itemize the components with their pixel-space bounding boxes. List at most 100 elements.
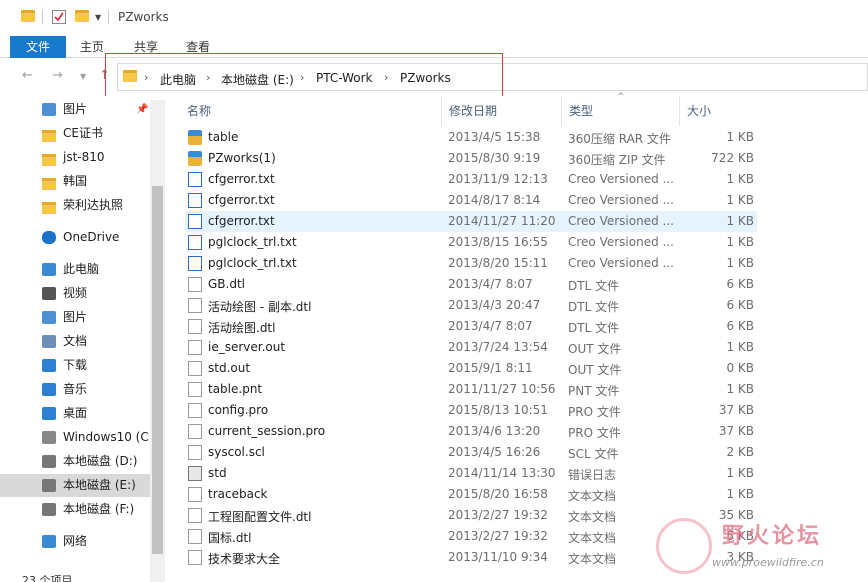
sidebar-item[interactable]: 图片	[0, 306, 150, 329]
file-row[interactable]: std 2014/11/14 13:30 错误日志 1 KB	[185, 463, 757, 484]
file-date: 2013/8/15 16:55	[448, 235, 548, 249]
column-header-date[interactable]: 修改日期	[442, 96, 562, 126]
file-date: 2014/8/17 8:14	[448, 193, 541, 207]
file-type: DTL 文件	[568, 321, 620, 335]
file-name: std	[208, 466, 227, 480]
file-row[interactable]: table.pnt 2011/11/27 10:56 PNT 文件 1 KB	[185, 379, 757, 400]
document-icon	[188, 298, 202, 313]
sidebar-item[interactable]: 本地磁盘 (F:)	[0, 498, 150, 521]
tab-file[interactable]: 文件	[10, 36, 66, 58]
file-date: 2013/4/5 16:26	[448, 445, 541, 459]
file-type: 文本文档	[568, 531, 617, 545]
onedrive-icon	[42, 231, 56, 244]
sidebar-item[interactable]: 视频	[0, 282, 150, 305]
back-arrow-icon[interactable]: ←	[22, 68, 33, 83]
file-name: config.pro	[208, 403, 269, 417]
creo-file-icon	[188, 214, 202, 229]
folder-icon	[42, 151, 56, 166]
file-size: 1 KB	[726, 382, 754, 396]
file-row[interactable]: traceback 2015/8/20 16:58 文本文档 1 KB	[185, 484, 757, 505]
file-type: Creo Versioned ...	[568, 235, 674, 249]
archive-icon	[188, 151, 202, 166]
sidebar-item[interactable]: CE证书	[0, 122, 150, 145]
creo-file-icon	[188, 172, 202, 187]
file-row[interactable]: table 2013/4/5 15:38 360压缩 RAR 文件 1 KB	[185, 127, 757, 148]
document-icon	[188, 445, 202, 460]
properties-icon[interactable]	[52, 10, 66, 24]
sidebar-item[interactable]: 文档	[0, 330, 150, 353]
file-name: traceback	[208, 487, 268, 501]
pictures-icon	[42, 103, 56, 116]
sidebar-item-label: CE证书	[63, 126, 103, 140]
column-header-size[interactable]: 大小	[680, 96, 760, 126]
file-row[interactable]: cfgerror.txt 2014/8/17 8:14 Creo Versioned…	[185, 190, 757, 211]
file-name: PZworks(1)	[208, 151, 276, 165]
column-header-name[interactable]: 名称	[180, 96, 442, 126]
file-row[interactable]: PZworks(1) 2015/8/30 9:19 360压缩 ZIP 文件 722 …	[185, 148, 757, 169]
sidebar-item-label: 此电脑	[63, 262, 100, 276]
file-row[interactable]: cfgerror.txt 2013/11/9 12:13 Creo Versione…	[185, 169, 757, 190]
file-size: 722 KB	[711, 151, 754, 165]
sidebar-item[interactable]: 图片 📌	[0, 98, 150, 121]
file-date: 2013/4/6 13:20	[448, 424, 541, 438]
file-date: 2013/4/5 15:38	[448, 130, 541, 144]
file-date: 2011/11/27 10:56	[448, 382, 556, 396]
file-type: OUT 文件	[568, 363, 622, 377]
file-row[interactable]: current_session.pro 2013/4/6 13:20 PRO 文件 3…	[185, 421, 757, 442]
sidebar-item-label: 韩国	[63, 174, 88, 188]
sidebar-item[interactable]: 此电脑	[0, 258, 150, 281]
sidebar-item[interactable]: 音乐	[0, 378, 150, 401]
sidebar-item[interactable]: jst-810	[0, 146, 150, 169]
file-row[interactable]: 活动绘图 - 副本.dtl 2013/4/3 20:47 DTL 文件 6 KB	[185, 295, 757, 316]
document-icon	[188, 340, 202, 355]
sidebar-item[interactable]: Windows10 (C:	[0, 426, 153, 449]
sidebar-item[interactable]: 下载	[0, 354, 150, 377]
file-name: 工程图配置文件.dtl	[208, 510, 312, 524]
file-row[interactable]: syscol.scl 2013/4/5 16:26 SCL 文件 2 KB	[185, 442, 757, 463]
sidebar-item[interactable]: 本地磁盘 (E:)	[0, 474, 150, 497]
file-row[interactable]: GB.dtl 2013/4/7 8:07 DTL 文件 6 KB	[185, 274, 757, 295]
folder-icon	[21, 10, 35, 24]
file-date: 2014/11/14 13:30	[448, 466, 556, 480]
sidebar-item-label: jst-810	[63, 150, 105, 164]
recent-locations-icon[interactable]: ▼	[80, 72, 86, 81]
sidebar-item-label: 图片	[63, 102, 88, 116]
sidebar-item-label: 音乐	[63, 382, 88, 396]
pin-icon: 📌	[136, 104, 149, 115]
file-size: 0 KB	[726, 361, 754, 375]
sidebar-item[interactable]: 韩国	[0, 170, 150, 193]
sidebar-item[interactable]: 本地磁盘 (D:)	[0, 450, 150, 473]
file-row[interactable]: cfgerror.txt 2014/11/27 11:20 Creo Version…	[185, 211, 757, 232]
sidebar-item[interactable]: 桌面	[0, 402, 150, 425]
file-date: 2014/11/27 11:20	[448, 214, 556, 228]
file-row[interactable]: ie_server.out 2013/7/24 13:54 OUT 文件 1 KB	[185, 337, 757, 358]
sidebar-item[interactable]: 荣利达执照	[0, 194, 150, 217]
file-date: 2013/11/9 12:13	[448, 172, 548, 186]
file-size: 2 KB	[726, 445, 754, 459]
forward-arrow-icon[interactable]: →	[52, 68, 63, 83]
file-row[interactable]: pglclock_trl.txt 2013/8/20 15:11 Creo Vers…	[185, 253, 757, 274]
file-size: 1 KB	[726, 256, 754, 270]
file-row[interactable]: 活动绘图.dtl 2013/4/7 8:07 DTL 文件 6 KB	[185, 316, 757, 337]
file-name: pglclock_trl.txt	[208, 235, 297, 249]
file-type: OUT 文件	[568, 342, 622, 356]
drive-icon	[42, 503, 56, 516]
file-row[interactable]: pglclock_trl.txt 2013/8/15 16:55 Creo Vers…	[185, 232, 757, 253]
download-icon	[42, 359, 56, 372]
sidebar-item[interactable]: OneDrive	[0, 226, 150, 249]
chevron-down-icon[interactable]: ▼	[95, 13, 109, 27]
new-folder-icon[interactable]	[75, 10, 89, 24]
window-title: PZworks	[118, 10, 169, 24]
document-icon	[188, 487, 202, 502]
nav-scrollbar-thumb[interactable]	[152, 186, 163, 554]
sidebar-item-label: 文档	[63, 334, 88, 348]
file-name: std.out	[208, 361, 251, 375]
videos-icon	[42, 287, 56, 300]
file-size: 1 KB	[726, 214, 754, 228]
document-icon	[188, 277, 202, 292]
sidebar-item[interactable]: 网络	[0, 530, 150, 553]
file-row[interactable]: config.pro 2015/8/13 10:51 PRO 文件 37 KB	[185, 400, 757, 421]
file-row[interactable]: std.out 2015/9/1 8:11 OUT 文件 0 KB	[185, 358, 757, 379]
file-name: 活动绘图.dtl	[208, 321, 276, 335]
file-size: 37 KB	[718, 424, 754, 438]
